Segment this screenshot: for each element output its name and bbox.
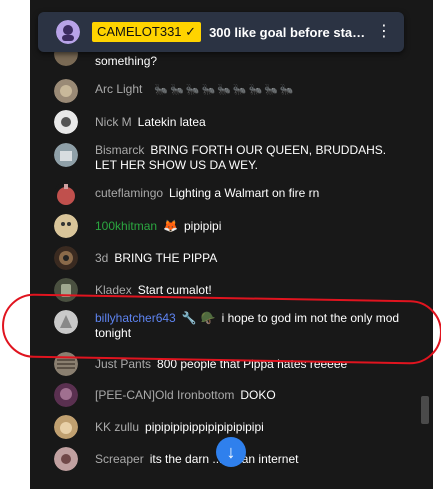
author-name[interactable]: billyhatcher643: [95, 311, 176, 325]
avatar: [54, 383, 78, 407]
member-badge-icon: 🪖: [200, 311, 216, 325]
ant-emoji-row: 🐜🐜🐜🐜🐜🐜🐜🐜🐜: [154, 84, 296, 96]
pinned-message-banner[interactable]: CAMELOT331 ✓ 300 like goal before star… …: [38, 12, 404, 52]
scrollbar[interactable]: [419, 0, 433, 489]
author-name[interactable]: 100khitman: [95, 219, 157, 233]
chat-message: 3d BRING THE PIPPA: [54, 246, 409, 270]
verified-check-icon: ✓: [185, 24, 197, 39]
message-text: Latekin latea: [137, 115, 206, 129]
pinned-message-text: 300 like goal before star…: [209, 24, 368, 40]
chat-message: KK zullu pipipipipippipipipipipipi: [54, 415, 409, 439]
avatar: [54, 447, 78, 471]
chat-message: Nick M Latekin latea: [54, 110, 409, 134]
wrench-icon: 🔧: [181, 311, 197, 325]
avatar: [56, 20, 80, 44]
live-chat-panel: CAMELOT331 ✓ 300 like goal before star… …: [30, 0, 433, 489]
avatar: [54, 278, 78, 302]
author-name[interactable]: 3d: [95, 251, 108, 265]
message-text: DOKO: [240, 388, 276, 402]
author-name[interactable]: Just Pants: [95, 357, 151, 371]
author-name[interactable]: cuteflamingo: [95, 186, 163, 200]
avatar: [54, 143, 78, 167]
chat-message: Kladex Start cumalot!: [54, 278, 409, 302]
author-name[interactable]: [PEE-CAN]Old Ironbottom: [95, 388, 234, 402]
chat-message: Arc Light 🐜🐜🐜🐜🐜🐜🐜🐜🐜: [54, 79, 409, 103]
avatar: [54, 214, 78, 238]
avatar: [54, 246, 78, 270]
avatar: [54, 182, 78, 206]
avatar: [54, 352, 78, 376]
avatar: [54, 79, 78, 103]
avatar: [54, 415, 78, 439]
chat-message: Just Pants 800 people that Pippa hates re…: [54, 352, 409, 376]
avatar: [54, 110, 78, 134]
more-vertical-icon[interactable]: ⋮: [376, 23, 392, 41]
member-badge-icon: 🦊: [163, 219, 178, 233]
scrollbar-thumb[interactable]: [421, 396, 429, 424]
author-name[interactable]: Bismarck: [95, 143, 144, 157]
message-text: 800 people that Pippa hates reeeee: [157, 357, 348, 371]
message-text: something?: [95, 54, 158, 68]
pinned-author-badge[interactable]: CAMELOT331 ✓: [92, 22, 202, 42]
chat-message: 100khitman 🦊 pipipipi: [54, 214, 409, 238]
chat-message: billyhatcher643 🔧 🪖 i hope to god im not th…: [54, 309, 409, 343]
message-text: BRING THE PIPPA: [114, 251, 218, 265]
message-text: pipipipi: [184, 219, 222, 233]
scroll-to-bottom-button[interactable]: ↓: [216, 437, 246, 467]
author-name[interactable]: KK zullu: [95, 420, 139, 434]
avatar: [54, 310, 78, 334]
arrow-down-icon: ↓: [226, 441, 236, 462]
chat-message: something?: [54, 42, 409, 74]
chat-message: cuteflamingo Lighting a Walmart on fire r…: [54, 182, 409, 206]
chat-message: [PEE-CAN]Old Ironbottom DOKO: [54, 383, 409, 407]
message-text: Lighting a Walmart on fire rn: [169, 186, 320, 200]
chat-message: Bismarck BRING FORTH OUR QUEEN, BRUDDAHS.…: [54, 143, 409, 173]
author-name[interactable]: Nick M: [95, 115, 132, 129]
message-text: Start cumalot!: [137, 283, 212, 297]
author-name[interactable]: Kladex: [95, 283, 132, 297]
message-text: pipipipipippipipipipipipi: [145, 420, 264, 434]
pinned-author-name: CAMELOT331: [97, 24, 182, 39]
author-name[interactable]: Screaper: [95, 452, 144, 466]
author-name[interactable]: Arc Light: [95, 82, 142, 96]
